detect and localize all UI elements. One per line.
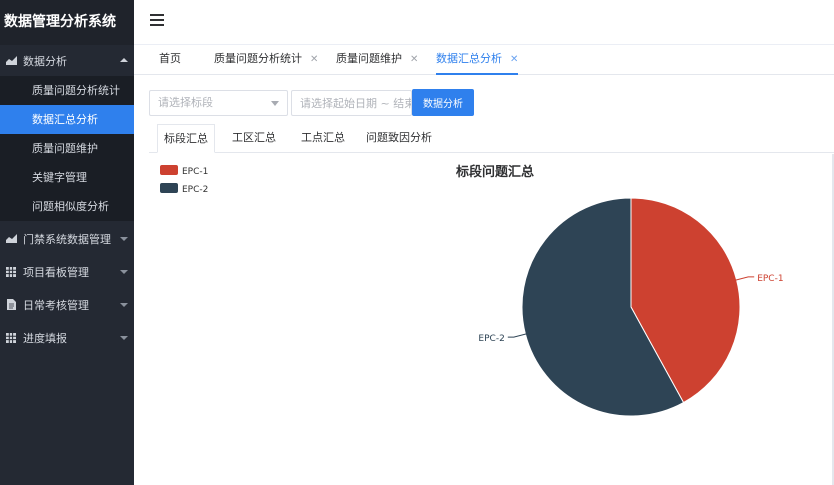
analyze-button[interactable]: 数据分析 <box>412 89 474 116</box>
legend-label-epc-1[interactable]: EPC-1 <box>182 167 208 177</box>
sidebar-item-quality-stats[interactable]: 质量问题分析统计 <box>0 76 134 105</box>
data-label-epc-2: EPC-2 <box>478 334 504 344</box>
menu-label: 项目看板管理 <box>23 265 89 279</box>
menu-toggle-icon[interactable] <box>150 14 164 27</box>
label-line-epc-2 <box>507 333 528 338</box>
menu-label: 日常考核管理 <box>23 298 89 312</box>
subtab-section-summary[interactable]: 标段汇总 <box>157 124 215 153</box>
pie-chart-svg: 标段问题汇总 EPC-1 EPC-2 EPC-1 EPC-2 <box>160 164 784 417</box>
submenu-data-analysis: 质量问题分析统计 数据汇总分析 质量问题维护 关键字管理 问题相似度分析 <box>0 76 134 221</box>
header <box>134 0 834 45</box>
chevron-down-icon <box>120 302 128 307</box>
close-icon[interactable]: ✕ <box>310 54 318 65</box>
legend-label-epc-2[interactable]: EPC-2 <box>182 185 208 195</box>
subtab-worksite-summary[interactable]: 工点汇总 <box>295 124 351 153</box>
tab-quality-stats[interactable]: 质量问题分析统计 ✕ <box>214 45 318 75</box>
menu-label: 进度填报 <box>23 331 67 345</box>
chevron-up-icon <box>120 57 128 62</box>
sidebar-item-keyword-management[interactable]: 关键字管理 <box>0 163 134 192</box>
section-select-placeholder: 请选择标段 <box>158 96 213 109</box>
menu-project-board[interactable]: 项目看板管理 <box>0 256 134 287</box>
tab-bar: 首页 质量问题分析统计 ✕ 质量问题维护 ✕ 数据汇总分析 ✕ <box>134 45 834 75</box>
menu-daily-assessment[interactable]: 日常考核管理 <box>0 289 134 320</box>
chevron-down-icon <box>271 101 279 106</box>
tab-data-summary[interactable]: 数据汇总分析 ✕ <box>436 45 519 75</box>
document-icon <box>5 299 17 311</box>
legend-swatch-epc-2[interactable] <box>160 183 178 193</box>
label-line-epc-1 <box>734 276 755 281</box>
chart-slices <box>521 197 741 417</box>
menu-group-data-analysis: 数据分析 质量问题分析统计 数据汇总分析 质量问题维护 关键字管理 问题相似度分… <box>0 45 134 221</box>
pie-chart: 标段问题汇总 EPC-1 EPC-2 EPC-1 EPC-2 <box>134 154 834 485</box>
legend-swatch-epc-1[interactable] <box>160 165 178 175</box>
menu-access-control[interactable]: 门禁系统数据管理 <box>0 223 134 254</box>
tab-home[interactable]: 首页 <box>159 45 181 75</box>
subtab-cause-analysis[interactable]: 问题致因分析 <box>360 124 438 153</box>
summary-subtabs: 标段汇总 工区汇总 工点汇总 问题致因分析 <box>149 124 834 153</box>
tab-label: 数据汇总分析 <box>436 52 502 65</box>
area-chart-icon <box>5 233 17 245</box>
chevron-down-icon <box>120 335 128 340</box>
date-range-input[interactable] <box>292 91 411 115</box>
tab-label: 首页 <box>159 52 181 65</box>
tab-label: 质量问题维护 <box>336 52 402 65</box>
sidebar-item-quality-maintenance[interactable]: 质量问题维护 <box>0 134 134 163</box>
chevron-down-icon <box>120 236 128 241</box>
grid-icon <box>5 266 17 278</box>
section-select[interactable]: 请选择标段 <box>149 90 288 116</box>
chart-title: 标段问题汇总 <box>455 164 534 180</box>
tab-label: 质量问题分析统计 <box>214 52 302 65</box>
chart-legend: EPC-1 EPC-2 <box>160 165 208 195</box>
sidebar-item-similarity-analysis[interactable]: 问题相似度分析 <box>0 192 134 221</box>
data-label-epc-1: EPC-1 <box>757 274 783 284</box>
chevron-down-icon <box>120 269 128 274</box>
menu-progress-report[interactable]: 进度填报 <box>0 322 134 353</box>
menu-label: 门禁系统数据管理 <box>23 232 111 246</box>
grid-icon <box>5 332 17 344</box>
date-range-field[interactable] <box>291 90 412 116</box>
menu-label: 数据分析 <box>23 54 67 68</box>
tab-quality-maintenance[interactable]: 质量问题维护 ✕ <box>336 45 418 75</box>
sidebar-item-data-summary[interactable]: 数据汇总分析 <box>0 105 134 134</box>
app-title: 数据管理分析系统 <box>0 0 134 45</box>
menu-data-analysis[interactable]: 数据分析 <box>0 45 134 76</box>
area-chart-icon <box>5 55 17 67</box>
subtab-workarea-summary[interactable]: 工区汇总 <box>226 124 282 153</box>
close-icon[interactable]: ✕ <box>510 54 518 65</box>
sidebar: 数据管理分析系统 数据分析 质量问题分析统计 数据汇总分析 质量问题维护 关键字… <box>0 0 134 485</box>
close-icon[interactable]: ✕ <box>410 54 418 65</box>
